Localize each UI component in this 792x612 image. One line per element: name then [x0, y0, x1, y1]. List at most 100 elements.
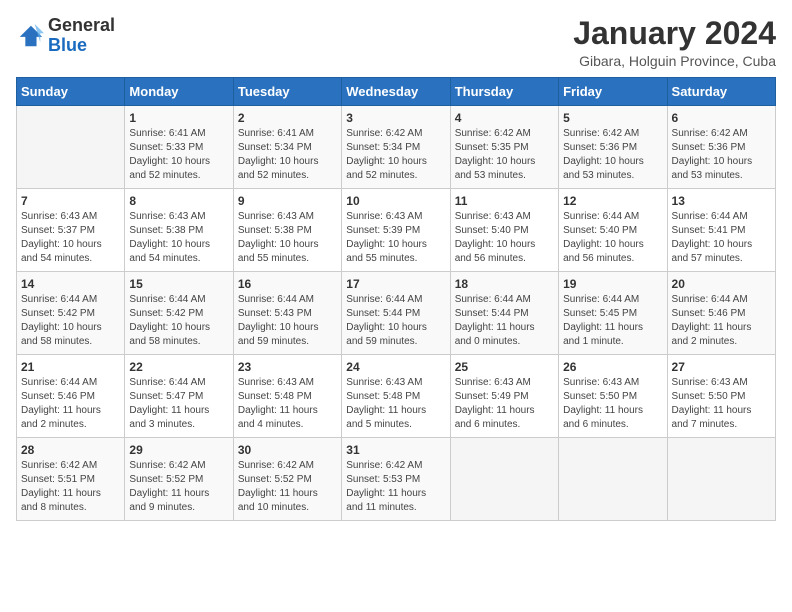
- logo-general: General: [48, 16, 115, 36]
- calendar-cell: 24Sunrise: 6:43 AM Sunset: 5:48 PM Dayli…: [342, 355, 450, 438]
- calendar-cell: 20 Sunrise: 6:44 AM Sunset: 5:46 PM Dayli…: [667, 272, 775, 355]
- day-info: Sunrise: 6:42 AM Sunset: 5:36 PM Dayligh…: [563, 127, 662, 183]
- day-number: 7: [21, 194, 120, 208]
- calendar-cell: 5 Sunrise: 6:42 AM Sunset: 5:36 PM Daylig…: [559, 106, 667, 189]
- calendar-cell: 9Sunrise: 6:43 AM Sunset: 5:38 PM Daylig…: [233, 189, 341, 272]
- calendar-cell: 4Sunrise: 6:42 AM Sunset: 5:35 PM Daylig…: [450, 106, 558, 189]
- day-info: Sunrise: 6:43 AM Sunset: 5:37 PM Dayligh…: [21, 210, 120, 266]
- day-info: Sunrise: 6:42 AM Sunset: 5:52 PM Dayligh…: [238, 459, 337, 515]
- day-info: Sunrise: 6:42 AM Sunset: 5:53 PM Dayligh…: [346, 459, 445, 515]
- day-number: 28: [21, 443, 120, 457]
- day-number: 29: [129, 443, 228, 457]
- day-info: Sunrise: 6:43 AM Sunset: 5:39 PM Dayligh…: [346, 210, 445, 266]
- calendar-cell: 30 Sunrise: 6:42 AM Sunset: 5:52 PM Dayli…: [233, 438, 341, 521]
- calendar-week-row: 7 Sunrise: 6:43 AM Sunset: 5:37 PM Daylig…: [17, 189, 776, 272]
- day-number: 5: [563, 111, 662, 125]
- calendar-cell: 29 Sunrise: 6:42 AM Sunset: 5:52 PM Dayli…: [125, 438, 233, 521]
- calendar-cell: 2 Sunrise: 6:41 AM Sunset: 5:34 PM Daylig…: [233, 106, 341, 189]
- day-info: Sunrise: 6:44 AM Sunset: 5:42 PM Dayligh…: [129, 293, 228, 349]
- calendar-week-row: 14 Sunrise: 6:44 AM Sunset: 5:42 PM Dayli…: [17, 272, 776, 355]
- calendar-cell: 1 Sunrise: 6:41 AM Sunset: 5:33 PM Daylig…: [125, 106, 233, 189]
- day-number: 10: [346, 194, 445, 208]
- calendar-week-row: 1 Sunrise: 6:41 AM Sunset: 5:33 PM Daylig…: [17, 106, 776, 189]
- logo-blue: Blue: [48, 36, 115, 56]
- day-info: Sunrise: 6:44 AM Sunset: 5:44 PM Dayligh…: [455, 293, 554, 349]
- calendar-cell: 11 Sunrise: 6:43 AM Sunset: 5:40 PM Dayli…: [450, 189, 558, 272]
- calendar-cell: 23 Sunrise: 6:43 AM Sunset: 5:48 PM Dayli…: [233, 355, 341, 438]
- day-info: Sunrise: 6:44 AM Sunset: 5:45 PM Dayligh…: [563, 293, 662, 349]
- calendar-cell: 31 Sunrise: 6:42 AM Sunset: 5:53 PM Dayli…: [342, 438, 450, 521]
- day-info: Sunrise: 6:41 AM Sunset: 5:34 PM Dayligh…: [238, 127, 337, 183]
- day-info: Sunrise: 6:44 AM Sunset: 5:46 PM Dayligh…: [21, 376, 120, 432]
- calendar-cell: 21 Sunrise: 6:44 AM Sunset: 5:46 PM Dayli…: [17, 355, 125, 438]
- day-number: 17: [346, 277, 445, 291]
- calendar-cell: 26 Sunrise: 6:43 AM Sunset: 5:50 PM Dayli…: [559, 355, 667, 438]
- weekday-header: Monday: [125, 78, 233, 106]
- day-info: Sunrise: 6:42 AM Sunset: 5:36 PM Dayligh…: [672, 127, 771, 183]
- day-number: 20: [672, 277, 771, 291]
- day-info: Sunrise: 6:43 AM Sunset: 5:50 PM Dayligh…: [672, 376, 771, 432]
- calendar-cell: 14 Sunrise: 6:44 AM Sunset: 5:42 PM Dayli…: [17, 272, 125, 355]
- day-number: 3: [346, 111, 445, 125]
- month-title: January 2024: [573, 16, 776, 51]
- weekday-header: Friday: [559, 78, 667, 106]
- day-info: Sunrise: 6:43 AM Sunset: 5:40 PM Dayligh…: [455, 210, 554, 266]
- day-info: Sunrise: 6:42 AM Sunset: 5:34 PM Dayligh…: [346, 127, 445, 183]
- day-number: 31: [346, 443, 445, 457]
- calendar-week-row: 21 Sunrise: 6:44 AM Sunset: 5:46 PM Dayli…: [17, 355, 776, 438]
- calendar-cell: [450, 438, 558, 521]
- calendar-cell: 6Sunrise: 6:42 AM Sunset: 5:36 PM Daylig…: [667, 106, 775, 189]
- day-info: Sunrise: 6:44 AM Sunset: 5:47 PM Dayligh…: [129, 376, 228, 432]
- day-info: Sunrise: 6:43 AM Sunset: 5:38 PM Dayligh…: [129, 210, 228, 266]
- header: General Blue January 2024 Gibara, Holgui…: [16, 16, 776, 69]
- day-number: 13: [672, 194, 771, 208]
- day-info: Sunrise: 6:42 AM Sunset: 5:52 PM Dayligh…: [129, 459, 228, 515]
- day-number: 30: [238, 443, 337, 457]
- day-info: Sunrise: 6:42 AM Sunset: 5:51 PM Dayligh…: [21, 459, 120, 515]
- calendar-cell: 13Sunrise: 6:44 AM Sunset: 5:41 PM Dayli…: [667, 189, 775, 272]
- weekday-header: Tuesday: [233, 78, 341, 106]
- day-number: 21: [21, 360, 120, 374]
- day-number: 23: [238, 360, 337, 374]
- day-number: 22: [129, 360, 228, 374]
- calendar-cell: [667, 438, 775, 521]
- calendar-cell: 22 Sunrise: 6:44 AM Sunset: 5:47 PM Dayli…: [125, 355, 233, 438]
- logo-icon: [16, 22, 44, 50]
- calendar-cell: 18 Sunrise: 6:44 AM Sunset: 5:44 PM Dayli…: [450, 272, 558, 355]
- day-number: 19: [563, 277, 662, 291]
- day-number: 8: [129, 194, 228, 208]
- day-info: Sunrise: 6:42 AM Sunset: 5:35 PM Dayligh…: [455, 127, 554, 183]
- calendar-cell: 25 Sunrise: 6:43 AM Sunset: 5:49 PM Dayli…: [450, 355, 558, 438]
- day-info: Sunrise: 6:43 AM Sunset: 5:50 PM Dayligh…: [563, 376, 662, 432]
- day-number: 2: [238, 111, 337, 125]
- day-number: 25: [455, 360, 554, 374]
- calendar-cell: 27 Sunrise: 6:43 AM Sunset: 5:50 PM Dayli…: [667, 355, 775, 438]
- day-info: Sunrise: 6:43 AM Sunset: 5:38 PM Dayligh…: [238, 210, 337, 266]
- calendar-cell: [17, 106, 125, 189]
- day-info: Sunrise: 6:44 AM Sunset: 5:42 PM Dayligh…: [21, 293, 120, 349]
- calendar-table: SundayMondayTuesdayWednesdayThursdayFrid…: [16, 77, 776, 521]
- calendar-cell: 10 Sunrise: 6:43 AM Sunset: 5:39 PM Dayli…: [342, 189, 450, 272]
- day-info: Sunrise: 6:44 AM Sunset: 5:46 PM Dayligh…: [672, 293, 771, 349]
- weekday-header: Sunday: [17, 78, 125, 106]
- day-number: 26: [563, 360, 662, 374]
- calendar-cell: [559, 438, 667, 521]
- day-info: Sunrise: 6:44 AM Sunset: 5:43 PM Dayligh…: [238, 293, 337, 349]
- day-number: 14: [21, 277, 120, 291]
- day-info: Sunrise: 6:43 AM Sunset: 5:48 PM Dayligh…: [238, 376, 337, 432]
- weekday-header: Wednesday: [342, 78, 450, 106]
- day-number: 11: [455, 194, 554, 208]
- day-number: 18: [455, 277, 554, 291]
- day-info: Sunrise: 6:44 AM Sunset: 5:40 PM Dayligh…: [563, 210, 662, 266]
- day-number: 1: [129, 111, 228, 125]
- day-number: 24: [346, 360, 445, 374]
- calendar-cell: 8 Sunrise: 6:43 AM Sunset: 5:38 PM Daylig…: [125, 189, 233, 272]
- location-subtitle: Gibara, Holguin Province, Cuba: [573, 53, 776, 69]
- day-number: 27: [672, 360, 771, 374]
- day-info: Sunrise: 6:43 AM Sunset: 5:49 PM Dayligh…: [455, 376, 554, 432]
- calendar-cell: 15Sunrise: 6:44 AM Sunset: 5:42 PM Dayli…: [125, 272, 233, 355]
- calendar-cell: 3 Sunrise: 6:42 AM Sunset: 5:34 PM Daylig…: [342, 106, 450, 189]
- day-info: Sunrise: 6:41 AM Sunset: 5:33 PM Dayligh…: [129, 127, 228, 183]
- calendar-cell: 7 Sunrise: 6:43 AM Sunset: 5:37 PM Daylig…: [17, 189, 125, 272]
- calendar-cell: 19 Sunrise: 6:44 AM Sunset: 5:45 PM Dayli…: [559, 272, 667, 355]
